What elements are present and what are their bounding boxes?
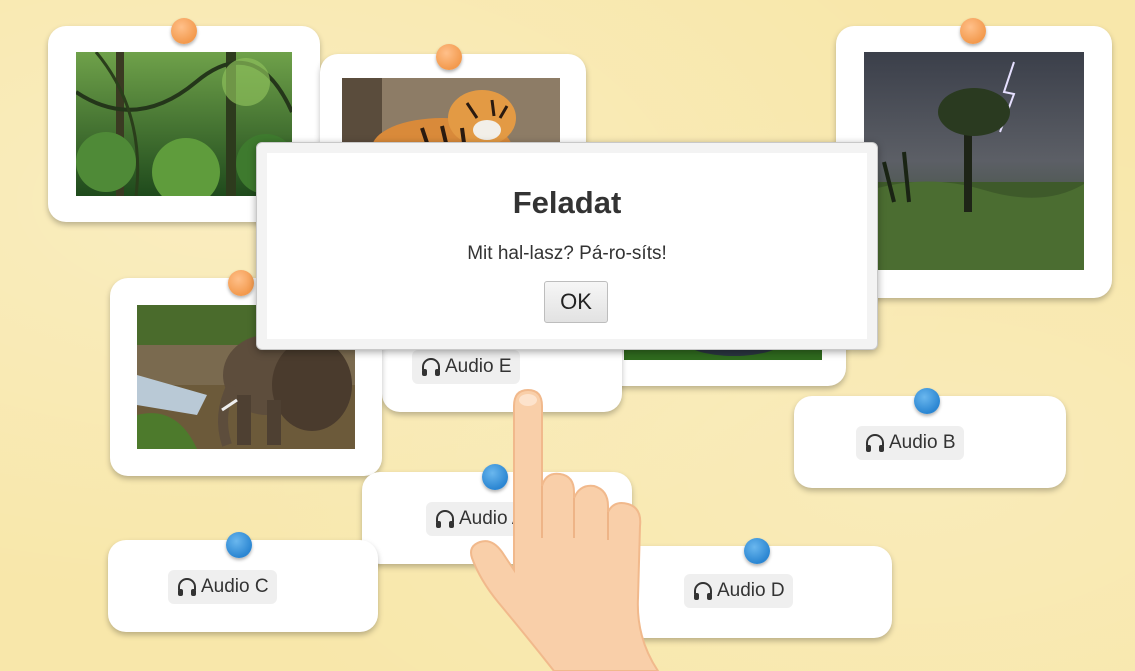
audio-c-label: Audio C: [201, 576, 269, 597]
audio-card-c[interactable]: Audio C: [108, 532, 378, 632]
audio-d-button[interactable]: Audio D: [684, 574, 793, 608]
headphones-icon: [436, 510, 454, 528]
headphones-icon: [178, 578, 196, 596]
audio-c-button[interactable]: Audio C: [168, 570, 277, 604]
task-dialog: Feladat Mit hal-lasz? Pá-ro-síts! OK: [256, 142, 878, 350]
storm-photo: [864, 52, 1084, 270]
ok-button[interactable]: OK: [544, 281, 608, 323]
orange-pin-icon: [228, 270, 254, 296]
blue-pin-icon: [744, 538, 770, 564]
blue-pin-icon: [226, 532, 252, 558]
dialog-body: Feladat Mit hal-lasz? Pá-ro-síts! OK: [267, 153, 867, 339]
orange-pin-icon: [171, 18, 197, 44]
blue-pin-icon: [914, 388, 940, 414]
audio-d-label: Audio D: [717, 580, 785, 601]
pointing-hand-icon: [468, 388, 668, 671]
dialog-title: Feladat: [512, 185, 622, 220]
audio-b-label: Audio B: [889, 432, 956, 453]
orange-pin-icon: [436, 44, 462, 70]
audio-e-label: Audio E: [445, 356, 512, 377]
headphones-icon: [866, 434, 884, 452]
orange-pin-icon: [960, 18, 986, 44]
dialog-message: Mit hal-lasz? Pá-ro-síts!: [467, 243, 667, 264]
game-board: Audio E Audio B Audio A Audio C Audio D …: [0, 0, 1135, 671]
audio-card-b[interactable]: Audio B: [794, 388, 1066, 488]
headphones-icon: [694, 582, 712, 600]
headphones-icon: [422, 358, 440, 376]
audio-e-button[interactable]: Audio E: [412, 350, 520, 384]
audio-b-button[interactable]: Audio B: [856, 426, 964, 460]
